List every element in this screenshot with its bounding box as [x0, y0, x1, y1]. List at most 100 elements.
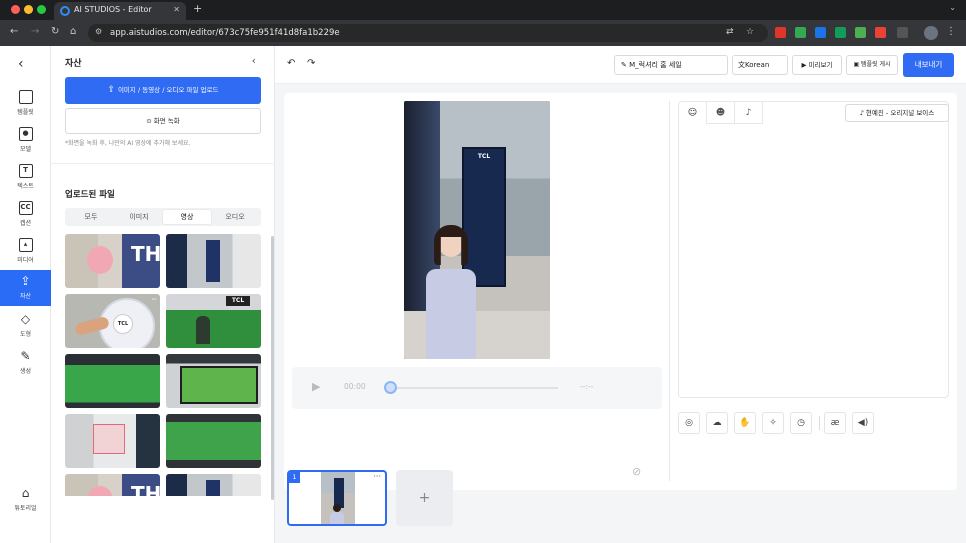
- video-thumbnail[interactable]: [65, 354, 160, 408]
- asset-panel-scrollbar[interactable]: [271, 236, 274, 500]
- tab-single-speaker[interactable]: ☺: [679, 102, 707, 124]
- timeline-handle[interactable]: [384, 381, 397, 394]
- project-name-field[interactable]: ✎ M_럭셔리 홈 세일: [614, 55, 728, 75]
- scene-more-icon[interactable]: ···: [373, 472, 381, 481]
- browser-menu-icon[interactable]: ⋮: [946, 26, 956, 37]
- video-thumbnail[interactable]: [166, 474, 261, 496]
- thumbnail-more-icon[interactable]: ···: [151, 295, 157, 304]
- export-button[interactable]: 내보내기: [903, 53, 954, 77]
- close-window-button[interactable]: [11, 5, 20, 14]
- new-tab-button[interactable]: +: [193, 2, 202, 15]
- profile-avatar[interactable]: [924, 26, 938, 40]
- extension-green-doc-icon[interactable]: [795, 27, 806, 38]
- sidebar-item-model[interactable]: ● 모델: [0, 123, 51, 159]
- back-arrow-icon[interactable]: ←: [10, 26, 18, 37]
- sidebar-item-label: 텍스트: [17, 183, 34, 190]
- video-thumbnail[interactable]: [65, 414, 160, 468]
- video-player: ▶ 00:00 --:--: [292, 367, 662, 409]
- shapes-icon: ◇: [20, 312, 31, 326]
- pause-clock-icon[interactable]: ◷: [790, 412, 812, 434]
- emotion-icon[interactable]: ◎: [678, 412, 700, 434]
- speaker-volume-icon[interactable]: ◀): [852, 412, 874, 434]
- sidebar-item-label: 자산: [19, 293, 32, 300]
- caption-off-icon[interactable]: ⊘: [632, 465, 641, 478]
- scene-thumbnail[interactable]: 1 ···: [287, 470, 387, 526]
- extension-blue-icon[interactable]: [815, 27, 826, 38]
- filter-tab-audio[interactable]: 오디오: [211, 210, 259, 224]
- video-thumbnail[interactable]: TH: [65, 474, 160, 496]
- url-bar[interactable]: ⚙ app.aistudios.com/editor/673c75fe951f4…: [88, 24, 768, 42]
- play-button-icon[interactable]: ▶: [312, 380, 320, 393]
- screen-record-button[interactable]: ⊙ 화면 녹화: [65, 108, 261, 134]
- tutorial-icon: ⌂: [21, 486, 30, 500]
- forward-arrow-icon[interactable]: →: [31, 26, 39, 37]
- language-select[interactable]: 文Korean: [732, 55, 788, 75]
- translate-icon[interactable]: ⇄: [726, 27, 734, 37]
- extension-arrow-icon[interactable]: [835, 27, 846, 38]
- sidebar-item-label: 템플릿: [17, 109, 34, 116]
- sidebar-item-media[interactable]: ▴ 미디어: [0, 234, 51, 270]
- editor-topbar: ↶ ↷ ✎ M_럭셔리 홈 세일 文Korean ▶ 미리보기 ▣ 템플릿 게시…: [275, 46, 966, 84]
- maximize-window-button[interactable]: [37, 5, 46, 14]
- tab-close-icon[interactable]: ✕: [173, 5, 180, 14]
- sidebar-item-generate[interactable]: ✎ 생성: [0, 345, 51, 381]
- template-icon: ▣: [853, 61, 862, 68]
- cloud-icon[interactable]: ☁: [706, 412, 728, 434]
- video-thumbnail[interactable]: [166, 234, 261, 288]
- tab-microphone[interactable]: ♪: [735, 102, 763, 124]
- site-info-icon[interactable]: ⚙: [95, 27, 102, 36]
- sidebar-back-icon[interactable]: ‹: [18, 56, 24, 72]
- filter-tab-all[interactable]: 모두: [67, 210, 115, 224]
- tab-search-icon[interactable]: ⌄: [949, 3, 956, 12]
- extension-chat-icon[interactable]: [855, 27, 866, 38]
- sidebar-item-text[interactable]: T 텍스트: [0, 160, 51, 196]
- toolbar-separator: [819, 416, 820, 430]
- sidebar-item-label: 튜토리얼: [14, 505, 37, 512]
- home-icon[interactable]: ⌂: [70, 26, 76, 37]
- extensions-puzzle-icon[interactable]: [897, 27, 908, 38]
- divider: [669, 101, 670, 481]
- filter-tab-video[interactable]: 영상: [163, 210, 211, 224]
- filter-tab-image[interactable]: 이미지: [115, 210, 163, 224]
- video-thumbnail[interactable]: TH: [65, 234, 160, 288]
- scene-canvas[interactable]: TCL: [404, 101, 550, 359]
- tab-multi-speaker[interactable]: ☻: [707, 102, 735, 124]
- extension-red-icon[interactable]: [775, 27, 786, 38]
- extension-record-icon[interactable]: [875, 27, 886, 38]
- media-icon: ▴: [18, 238, 33, 252]
- video-thumbnail[interactable]: TCL ···: [65, 294, 160, 348]
- sidebar-item-tutorial[interactable]: ⌂ 튜토리얼: [0, 482, 51, 518]
- video-thumbnail[interactable]: TCL: [166, 294, 261, 348]
- minimize-window-button[interactable]: [24, 5, 33, 14]
- sparkle-icon[interactable]: ✧: [762, 412, 784, 434]
- preview-label: 미리보기: [808, 61, 833, 69]
- preview-button[interactable]: ▶ 미리보기: [792, 55, 842, 75]
- sidebar-item-asset[interactable]: ⇪ 자산: [0, 270, 51, 306]
- upload-file-button[interactable]: ⇪ 이미지 / 동영상 / 오디오 파일 업로드: [65, 77, 261, 104]
- tab-title: AI STUDIOS - Editor: [74, 5, 152, 14]
- total-time: --:--: [580, 382, 594, 391]
- project-name-text: M_럭셔리 홈 세일: [629, 61, 682, 69]
- bookmark-star-icon[interactable]: ☆: [746, 27, 754, 37]
- reload-icon[interactable]: ↻: [51, 26, 59, 37]
- asset-upload-icon: ⇪: [20, 274, 31, 288]
- sidebar-item-caption[interactable]: CC 캡션: [0, 197, 51, 233]
- pronunciation-icon[interactable]: æ: [824, 412, 846, 434]
- sidebar-item-template[interactable]: 템플릿: [0, 86, 51, 122]
- browser-tab[interactable]: AI STUDIOS - Editor ✕: [54, 2, 186, 20]
- collapse-panel-icon[interactable]: ‹: [252, 54, 256, 67]
- voice-select-button[interactable]: ♪ 현예진 - 오리지널 보이스: [845, 104, 949, 122]
- script-panel: ☺ ☻ ♪ ♪ 현예진 - 오리지널 보이스: [678, 101, 949, 398]
- redo-icon[interactable]: ↷: [307, 58, 315, 69]
- template-post-button[interactable]: ▣ 템플릿 게시: [846, 55, 898, 75]
- timeline-track[interactable]: [388, 387, 558, 389]
- scene-preview-image: [321, 472, 355, 524]
- sidebar-item-shapes[interactable]: ◇ 도형: [0, 308, 51, 344]
- video-thumbnail[interactable]: [166, 414, 261, 468]
- cloud-upload-icon: ⇪: [107, 85, 118, 95]
- script-tabs: ☺ ☻ ♪: [679, 102, 765, 124]
- add-scene-button[interactable]: +: [396, 470, 453, 526]
- gesture-hand-icon[interactable]: ✋: [734, 412, 756, 434]
- video-thumbnail[interactable]: [166, 354, 261, 408]
- undo-icon[interactable]: ↶: [287, 58, 295, 69]
